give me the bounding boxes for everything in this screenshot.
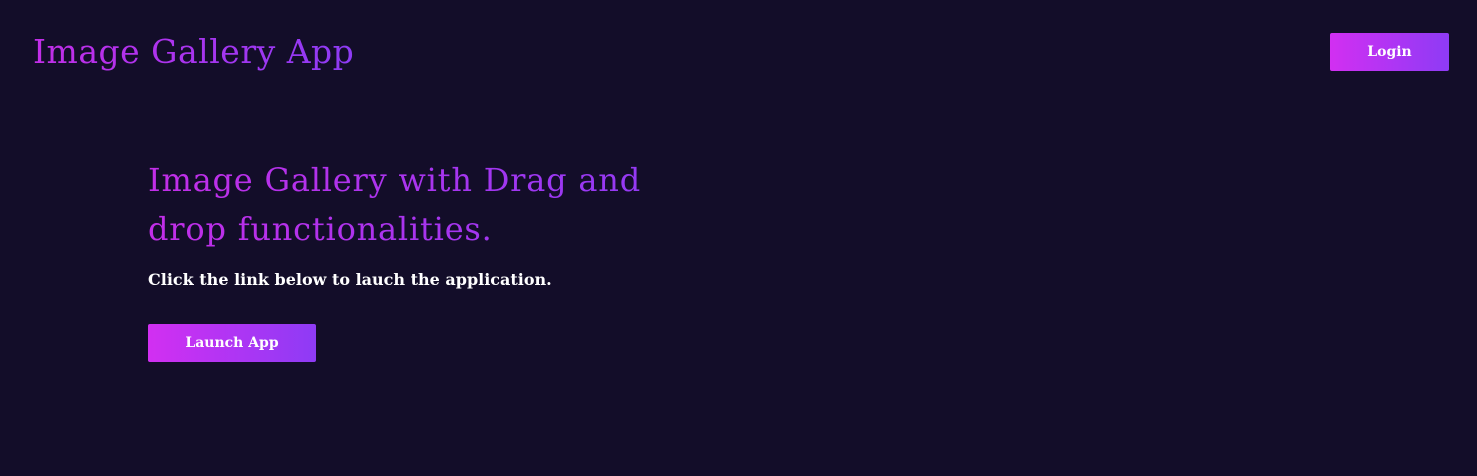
hero-subtext: Click the link below to lauch the applic…	[148, 270, 552, 289]
login-button[interactable]: Login	[1330, 33, 1449, 71]
hero-heading: Image Gallery with Drag and drop functio…	[148, 156, 708, 254]
launch-app-button[interactable]: Launch App	[148, 324, 316, 362]
app-title: Image Gallery App	[33, 30, 354, 74]
